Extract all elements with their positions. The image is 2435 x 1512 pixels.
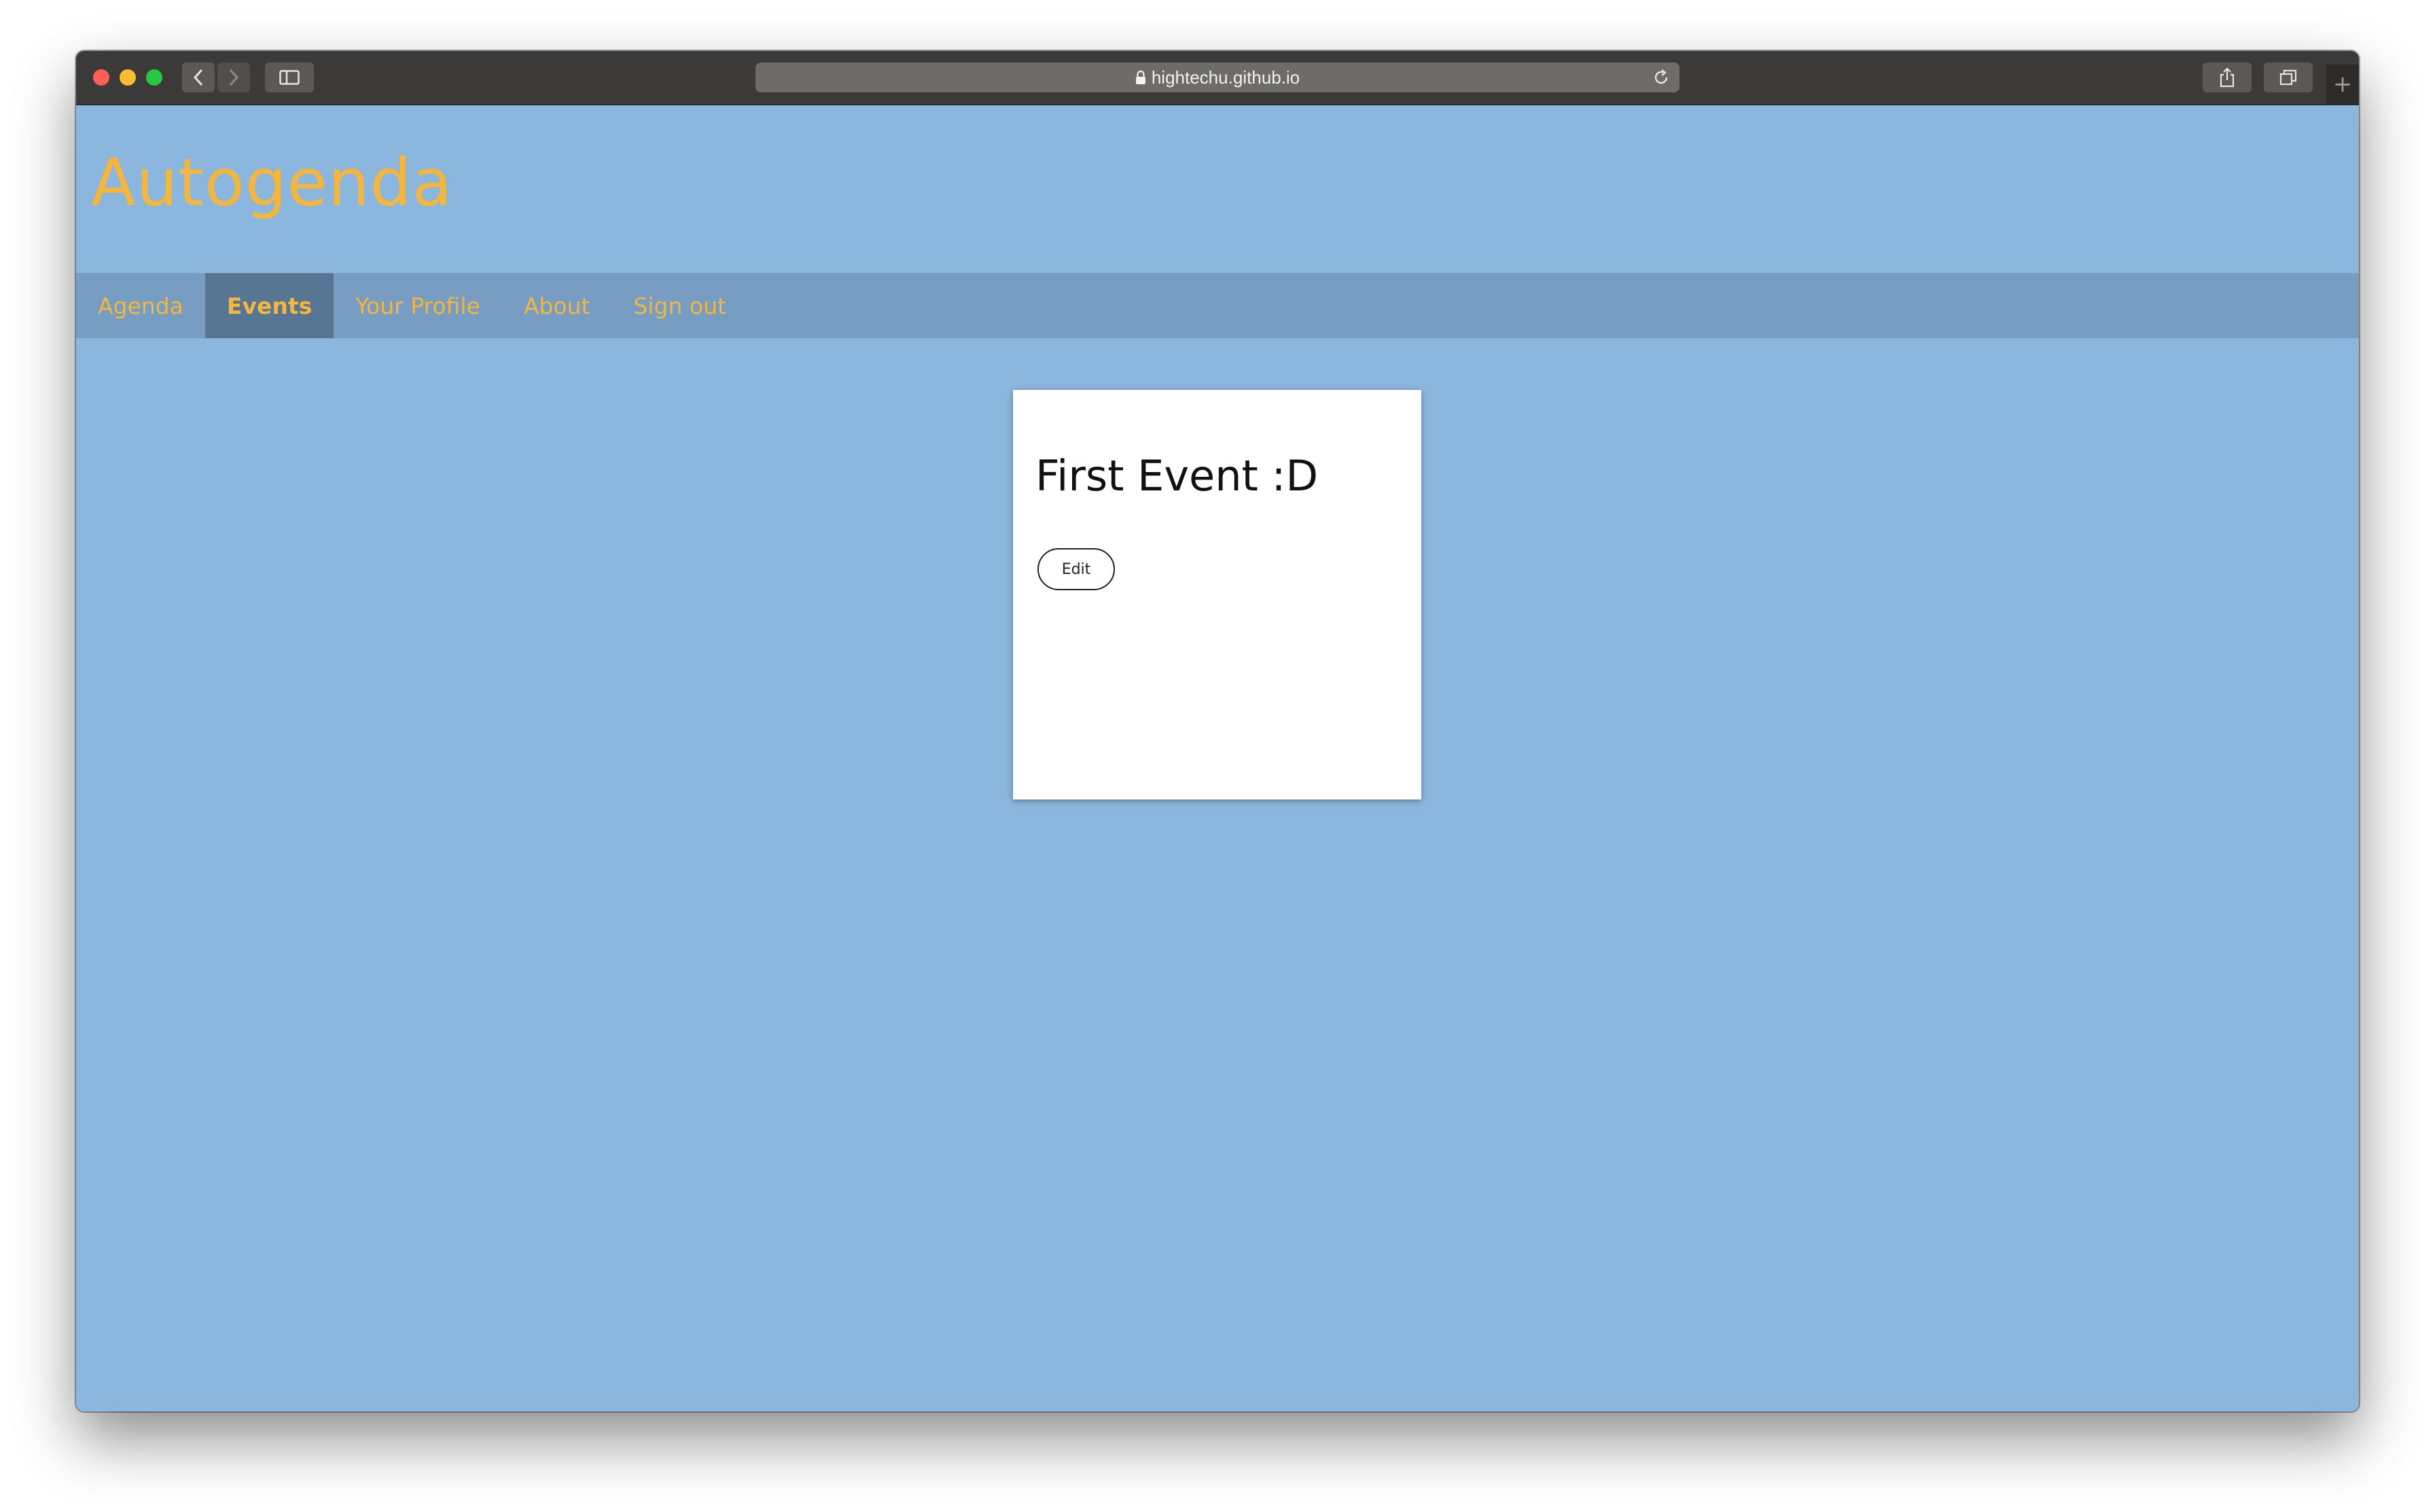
main-nav: Agenda Events Your Profile About Sign ou… — [76, 273, 2359, 338]
page-content: Autogenda Agenda Events Your Profile Abo… — [76, 105, 2359, 1411]
zoom-window-button[interactable] — [146, 69, 162, 86]
browser-toolbar: hightechu.github.io + — [76, 51, 2359, 105]
nav-item-about[interactable]: About — [502, 273, 612, 338]
tabs-icon — [2279, 69, 2297, 86]
forward-button[interactable] — [217, 62, 250, 92]
close-window-button[interactable] — [93, 69, 109, 86]
minimize-window-button[interactable] — [120, 69, 136, 86]
url-text: hightechu.github.io — [1151, 67, 1300, 88]
nav-item-agenda[interactable]: Agenda — [76, 273, 205, 338]
share-icon — [2220, 67, 2235, 88]
chevron-left-icon — [193, 69, 203, 86]
share-button[interactable] — [2203, 62, 2252, 92]
sidebar-icon — [279, 70, 300, 85]
event-card: First Event :D Edit — [1013, 390, 1421, 799]
nav-item-your-profile[interactable]: Your Profile — [334, 273, 502, 338]
show-tabs-button[interactable] — [2264, 62, 2313, 92]
chevron-right-icon — [229, 69, 239, 86]
browser-window: hightechu.github.io + Autogenda Agenda E… — [76, 51, 2359, 1411]
address-bar[interactable]: hightechu.github.io — [756, 62, 1679, 92]
event-title: First Event :D — [1035, 451, 1319, 501]
new-tab-button[interactable]: + — [2326, 65, 2359, 104]
nav-item-sign-out[interactable]: Sign out — [611, 273, 748, 338]
reload-icon[interactable] — [1652, 69, 1670, 86]
lock-icon — [1135, 70, 1145, 84]
back-button[interactable] — [182, 62, 215, 92]
nav-item-events[interactable]: Events — [205, 273, 334, 338]
plus-icon: + — [2332, 71, 2353, 98]
site-title[interactable]: Autogenda — [91, 145, 453, 221]
sidebar-toggle-button[interactable] — [265, 62, 314, 92]
edit-button[interactable]: Edit — [1037, 548, 1115, 590]
